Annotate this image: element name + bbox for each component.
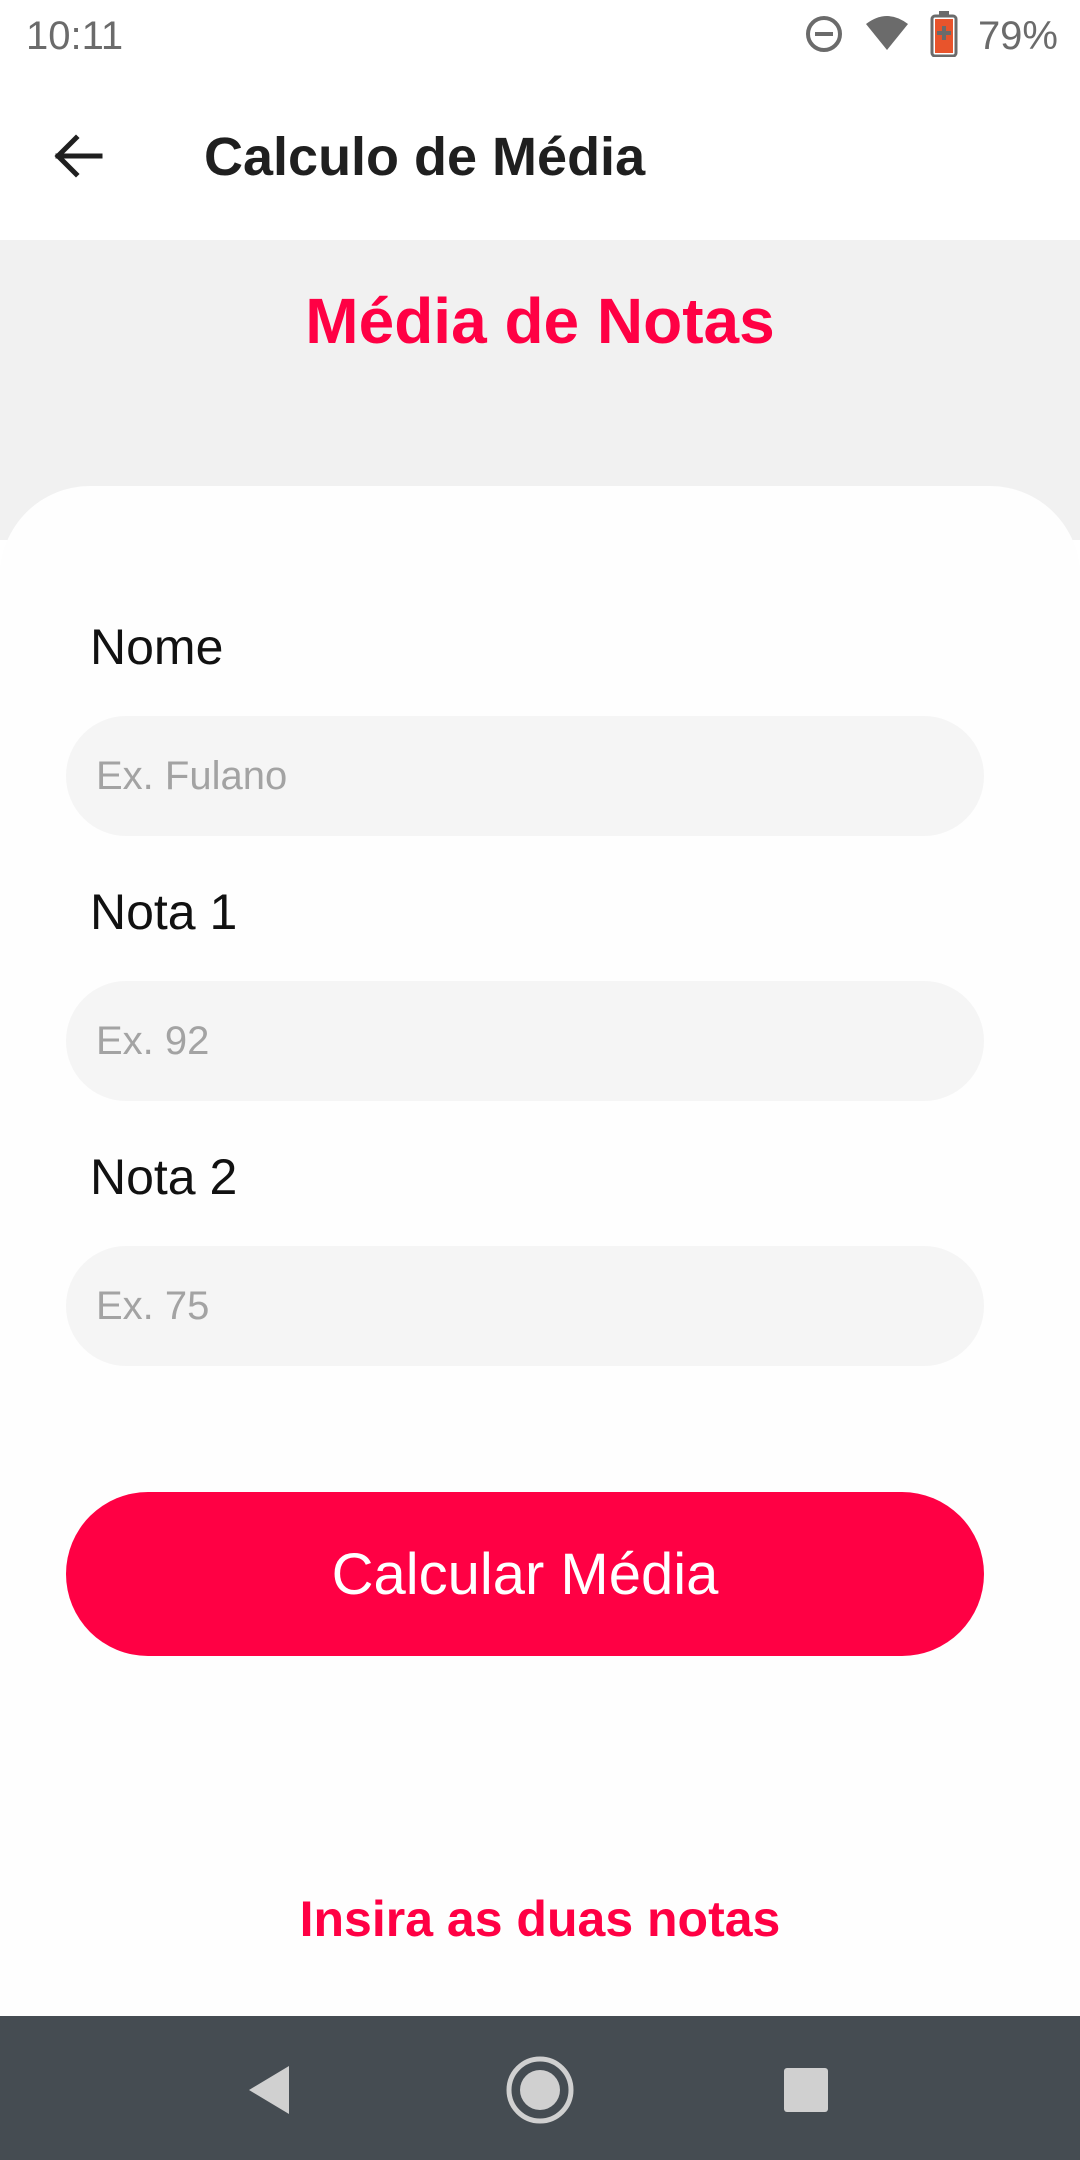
grade2-input[interactable] — [66, 1246, 984, 1366]
form-card: Nome Nota 1 Nota 2 — [0, 486, 1080, 2016]
do-not-disturb-icon — [804, 14, 844, 59]
arrow-left-icon — [50, 128, 106, 189]
header-title: Média de Notas — [305, 285, 775, 357]
nav-recents-button[interactable] — [766, 2052, 846, 2132]
name-input[interactable] — [66, 716, 984, 836]
nav-back-button[interactable] — [230, 2052, 310, 2132]
grade2-label: Nota 2 — [90, 1149, 238, 1205]
status-message: Insira as duas notas — [299, 1891, 781, 1947]
battery-percent: 79% — [977, 13, 1058, 58]
app-bar: Calculo de Média — [0, 72, 1080, 240]
back-button[interactable] — [36, 116, 120, 200]
wifi-icon — [864, 14, 910, 59]
status-bar: 10:11 79% — [0, 0, 1080, 72]
grade1-label: Nota 1 — [90, 884, 238, 940]
status-time: 10:11 — [26, 14, 124, 58]
home-circle-icon — [504, 2054, 576, 2131]
back-triangle-icon — [245, 2063, 295, 2122]
calculate-button[interactable]: Calcular Média — [66, 1492, 984, 1656]
nav-home-button[interactable] — [500, 2052, 580, 2132]
status-icons: 79% — [804, 10, 1058, 62]
name-label: Nome — [90, 619, 224, 675]
page-title: Calculo de Média — [204, 127, 646, 187]
system-nav-bar — [0, 2016, 1080, 2160]
recents-square-icon — [782, 2066, 830, 2119]
grade1-input[interactable] — [66, 981, 984, 1101]
battery-icon — [930, 10, 958, 62]
